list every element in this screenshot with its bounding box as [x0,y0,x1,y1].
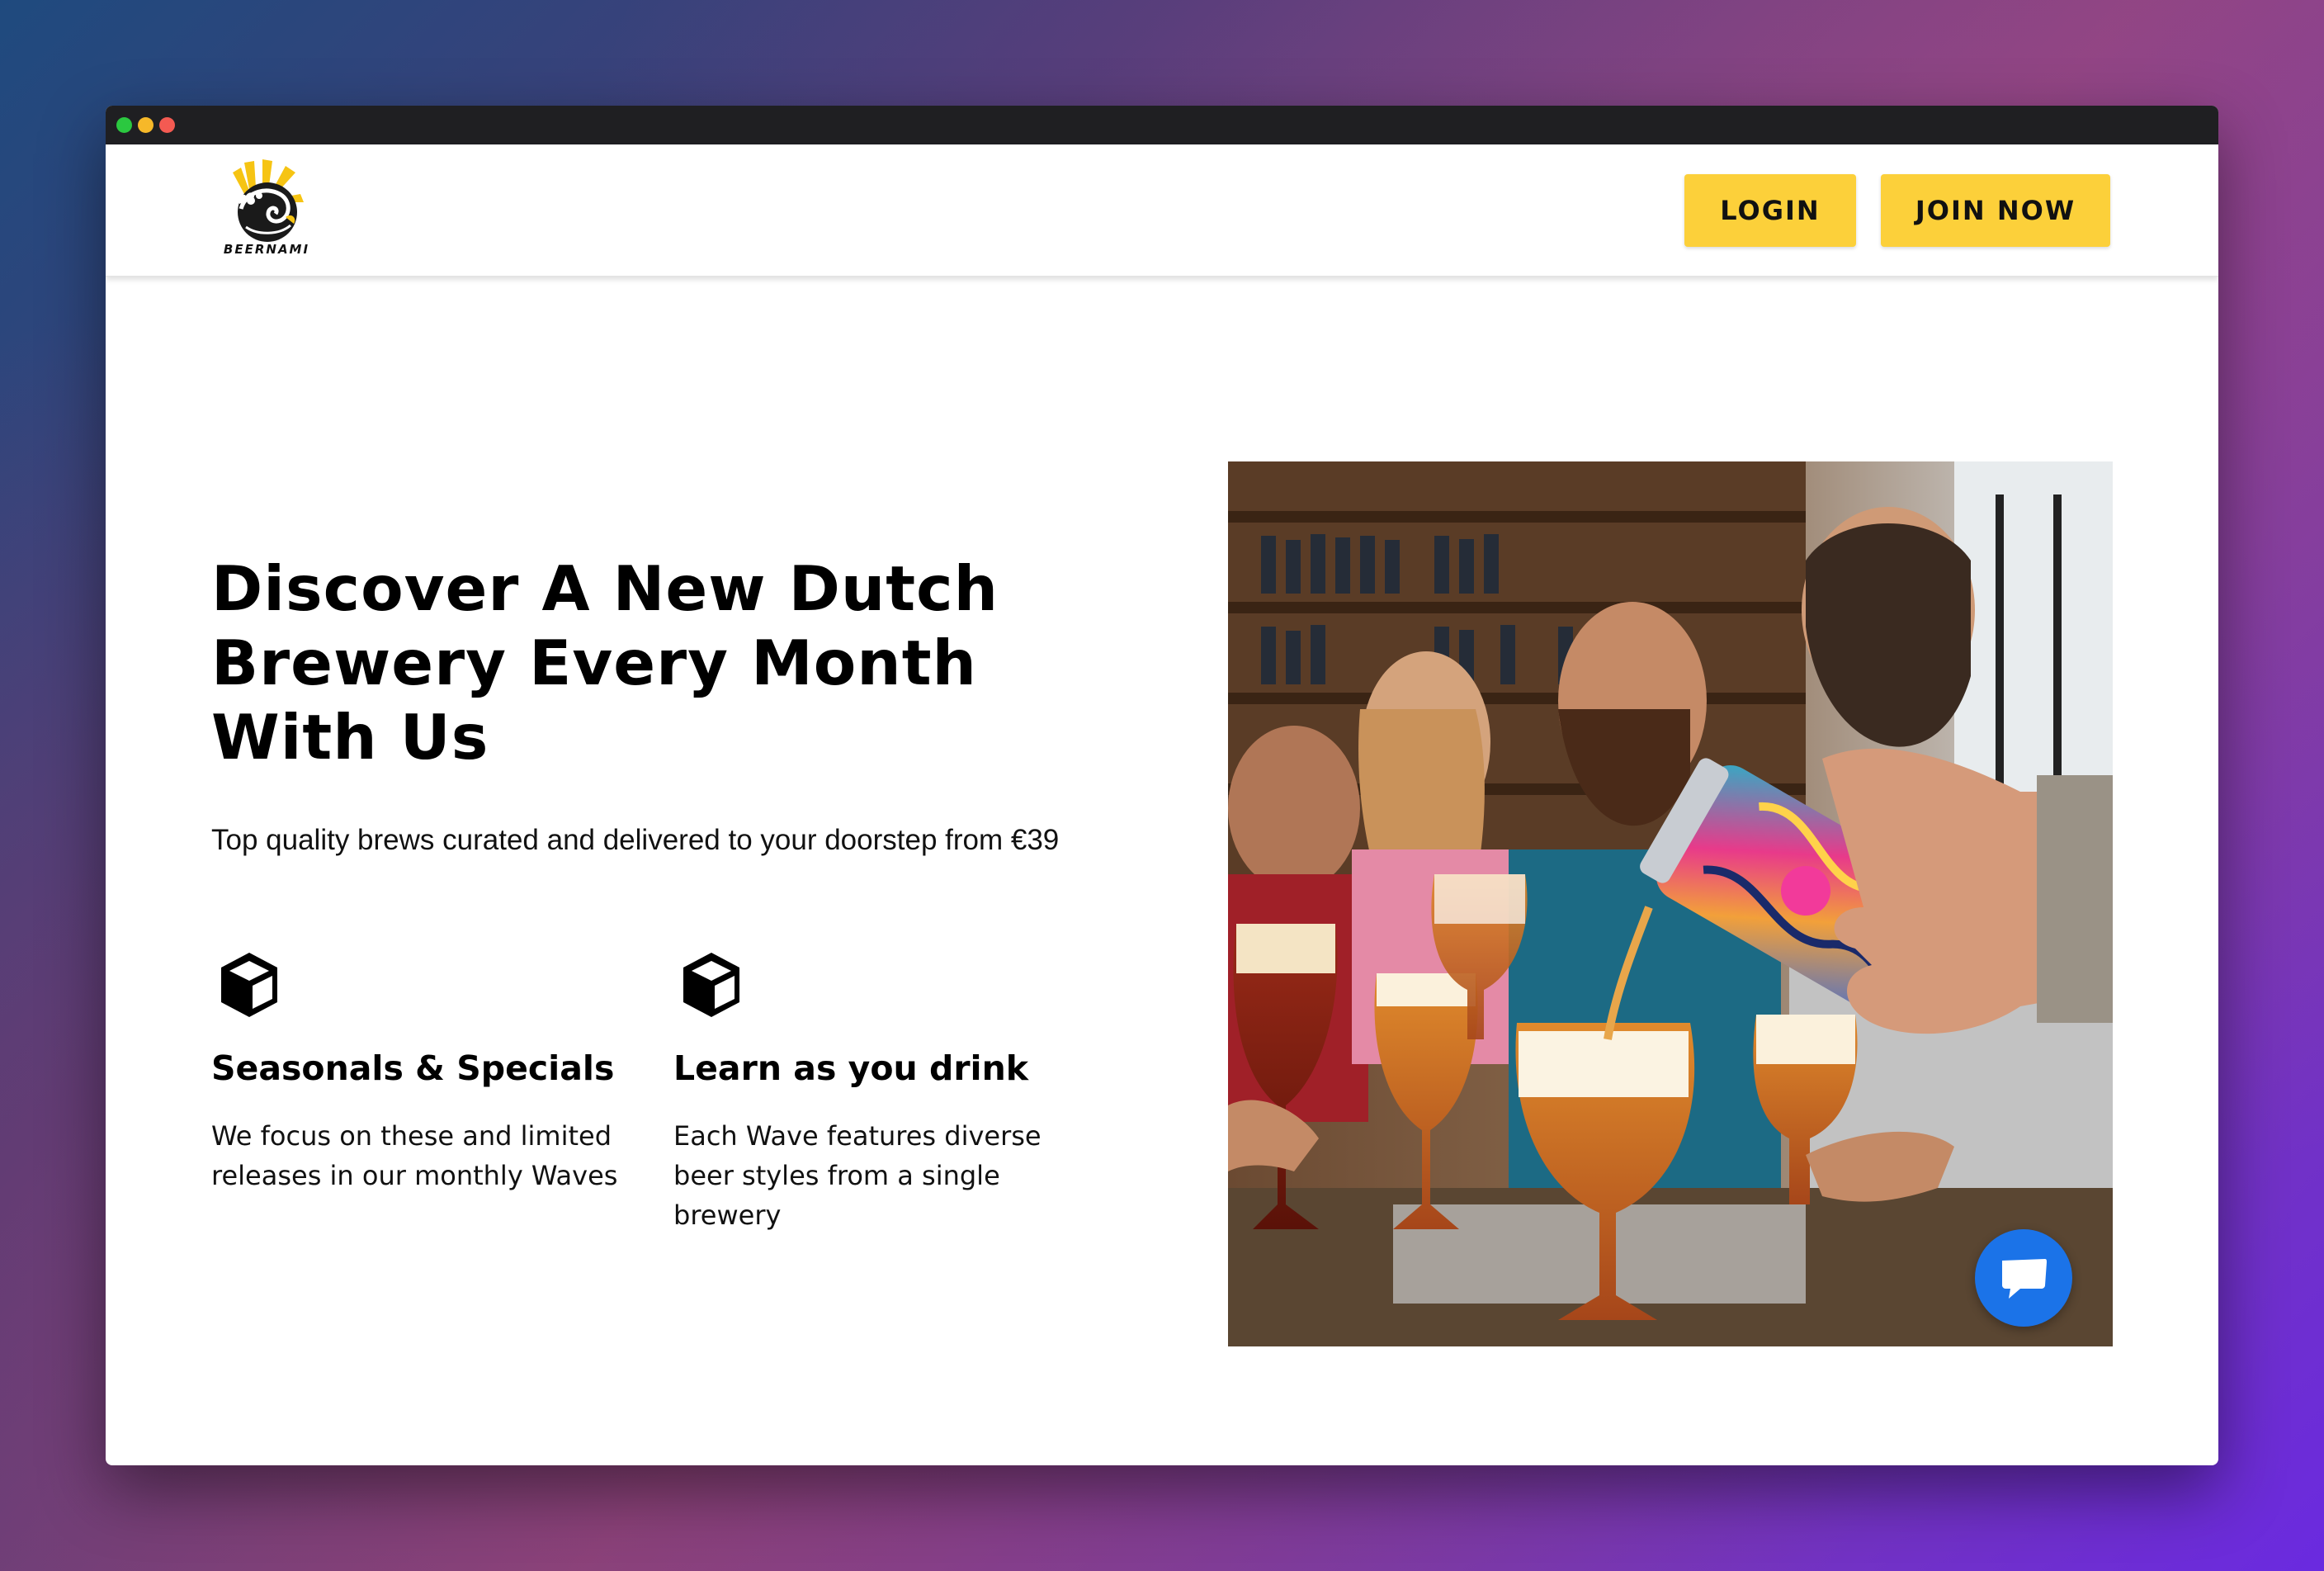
beernami-logo[interactable]: BEERNAMI [221,158,312,265]
wave-logo-icon [233,159,304,242]
site-header: BEERNAMI LOGIN JOIN NOW [106,144,2218,277]
hero-subtitle: Top quality brews curated and delivered … [211,824,1060,856]
box-icon [221,953,277,1017]
feature-description: Each Wave features diverse beer styles f… [673,1120,1042,1231]
beer-toast-photo [1228,461,2113,1346]
feature-description: We focus on these and limited releases i… [211,1120,618,1191]
window-minimize-button[interactable] [138,117,154,133]
browser-window: BEERNAMI LOGIN JOIN NOW Discover A New D… [106,106,2218,1465]
feature-title: Learn as you drink [673,1048,1029,1088]
feature-title: Seasonals & Specials [211,1048,615,1088]
chat-button[interactable] [1975,1229,2072,1327]
box-icon [683,953,739,1017]
window-titlebar [106,106,2218,144]
window-maximize-button[interactable] [116,117,132,133]
window-close-button[interactable] [159,117,175,133]
chat-bubble-icon [2002,1259,2047,1299]
hero-title: Discover A New Dutch Brewery Every Month… [211,552,999,774]
login-button[interactable]: LOGIN [1684,174,1856,247]
logo-wordmark: BEERNAMI [223,242,310,257]
join-now-button[interactable]: JOIN NOW [1881,174,2110,247]
hero-image [1228,461,2113,1346]
